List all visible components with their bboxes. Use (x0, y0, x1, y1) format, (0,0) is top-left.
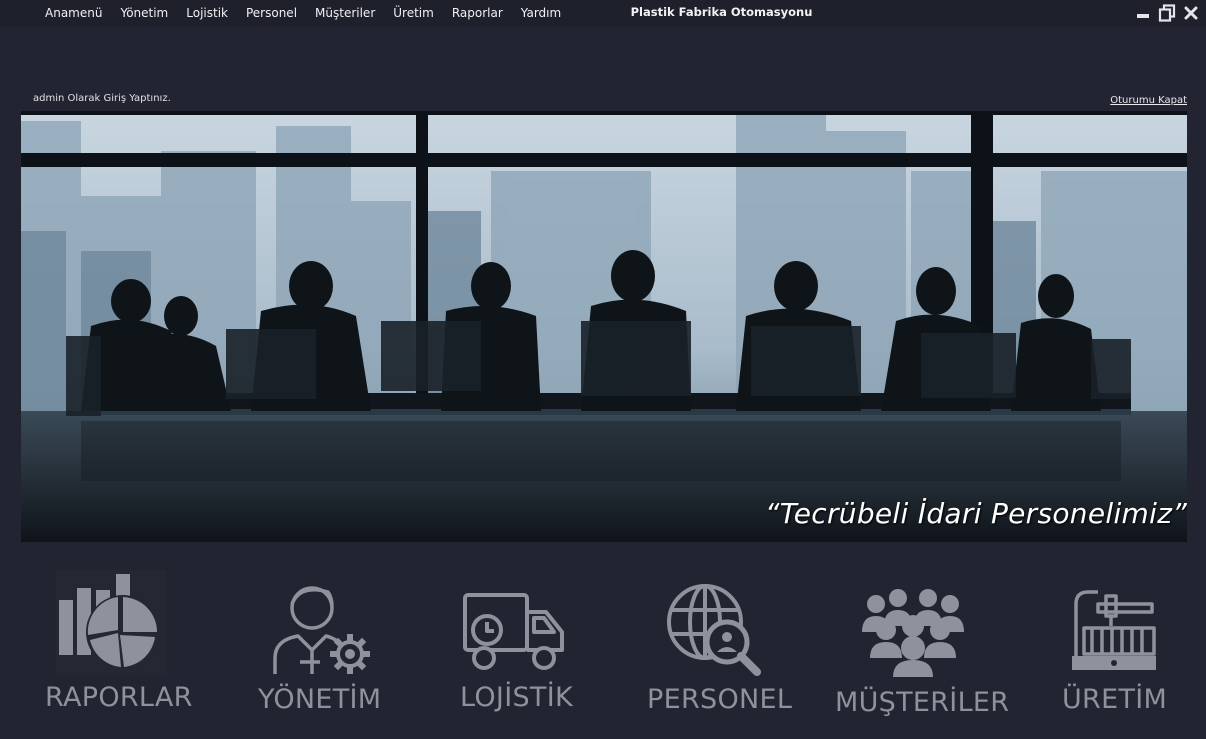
tile-musteriler[interactable]: MÜŞTERİLER (830, 570, 1009, 730)
menu-item-raporlar[interactable]: Raporlar (443, 0, 512, 27)
menu-item-uretim[interactable]: Üretim (384, 0, 443, 27)
tile-yonetim[interactable]: YÖNETİM (250, 570, 400, 730)
title-bar: Anamenü Yönetim Lojistik Personel Müşter… (0, 0, 1206, 27)
minimize-icon[interactable] (1134, 4, 1152, 22)
manager-gear-icon (270, 578, 375, 682)
cnc-machine-icon (1068, 582, 1160, 678)
banner-caption: “Tecrübeli İdari Personelimiz” (765, 497, 1187, 530)
customer-group-icon (858, 582, 968, 681)
delivery-truck-icon (462, 592, 567, 676)
window-title: Plastik Fabrika Otomasyonu (630, 5, 813, 19)
module-tiles: RAPORLAR YÖNETİM LOJİSTİK PERSONEL MÜŞTE… (0, 560, 1206, 739)
menu-item-anamenu[interactable]: Anamenü (36, 0, 111, 27)
login-status: admin Olarak Giriş Yaptınız. (33, 93, 171, 104)
menu-item-yonetim[interactable]: Yönetim (111, 0, 177, 27)
menu-item-personel[interactable]: Personel (237, 0, 306, 27)
reports-chart-icon (56, 570, 166, 679)
tile-lojistik[interactable]: LOJİSTİK (450, 570, 590, 730)
tile-personel-label: PERSONEL (647, 684, 793, 715)
logout-link[interactable]: Oturumu Kapat (1110, 95, 1187, 106)
tile-raporlar[interactable]: RAPORLAR (40, 570, 193, 730)
tile-uretim-label: ÜRETİM (1062, 684, 1168, 715)
menu-item-musteriler[interactable]: Müşteriler (306, 0, 384, 27)
menu-item-lojistik[interactable]: Lojistik (177, 0, 237, 27)
tile-lojistik-label: LOJİSTİK (460, 682, 573, 713)
hero-banner: “Tecrübeli İdari Personelimiz” (21, 111, 1187, 542)
tile-musteriler-label: MÜŞTERİLER (835, 687, 1010, 718)
window-controls (1134, 4, 1200, 22)
tile-personel[interactable]: PERSONEL (640, 570, 800, 730)
tile-uretim[interactable]: ÜRETİM (1050, 570, 1190, 730)
restore-icon[interactable] (1158, 4, 1176, 22)
menu-item-yardim[interactable]: Yardım (512, 0, 570, 27)
tile-raporlar-label: RAPORLAR (45, 682, 193, 713)
globe-person-search-icon (665, 582, 765, 686)
main-menu: Anamenü Yönetim Lojistik Personel Müşter… (36, 0, 570, 27)
close-icon[interactable] (1182, 4, 1200, 22)
tile-yonetim-label: YÖNETİM (258, 684, 382, 715)
meeting-silhouette-image (21, 111, 1187, 542)
